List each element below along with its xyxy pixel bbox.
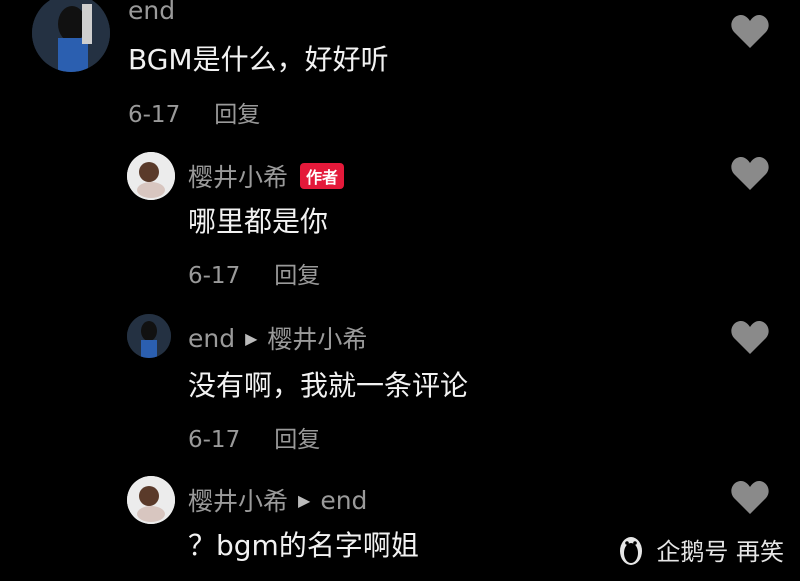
- play-arrow-icon: ▶: [245, 328, 258, 348]
- username[interactable]: end: [188, 324, 235, 353]
- comment-username[interactable]: 樱井小希 ▶ end: [188, 482, 367, 518]
- avatar[interactable]: [127, 314, 171, 358]
- comment-text: 没有啊，我就一条评论: [188, 369, 469, 402]
- comment-meta: 6-17 回复: [128, 95, 260, 129]
- comment-text: BGM是什么，好好听: [128, 43, 389, 76]
- comment-username[interactable]: 樱井小希 作者: [188, 158, 345, 194]
- comment-1: end BGM是什么，好好听 6-17 回复: [0, 0, 800, 140]
- watermark: 企鹅号 再笑: [616, 532, 784, 567]
- comment-2: 樱井小希 作者 哪里都是你 6-17 回复: [0, 150, 800, 300]
- reply-button[interactable]: 回复: [214, 102, 260, 128]
- comment-date: 6-17: [188, 427, 241, 453]
- heart-icon[interactable]: [730, 156, 770, 192]
- penguin-icon: [620, 536, 643, 565]
- avatar[interactable]: [32, 0, 110, 72]
- reply-button[interactable]: 回复: [274, 263, 320, 289]
- comment-3: end ▶ 樱井小希 没有啊，我就一条评论 6-17 回复: [0, 312, 800, 462]
- username[interactable]: end: [128, 0, 175, 25]
- comment-username[interactable]: end ▶ 樱井小希: [188, 320, 367, 356]
- reply-button[interactable]: 回复: [274, 427, 320, 453]
- comment-meta: 6-17 回复: [188, 420, 320, 454]
- comment-text: ？bgm的名字啊姐: [188, 529, 419, 562]
- avatar[interactable]: [127, 152, 175, 200]
- heart-icon[interactable]: [730, 320, 770, 356]
- comment-date: 6-17: [188, 263, 241, 289]
- avatar[interactable]: [127, 476, 175, 524]
- comment-date: 6-17: [128, 102, 181, 128]
- author-badge: 作者: [300, 163, 345, 189]
- reply-target-username[interactable]: end: [320, 486, 367, 515]
- comment-meta: 6-17 回复: [188, 256, 320, 290]
- watermark-text: 企鹅号 再笑: [656, 538, 784, 566]
- play-arrow-icon: ▶: [298, 490, 311, 510]
- reply-target-username[interactable]: 樱井小希: [267, 320, 367, 356]
- heart-icon[interactable]: [730, 14, 770, 50]
- username[interactable]: 樱井小希: [188, 482, 288, 518]
- comment-username[interactable]: end: [128, 0, 175, 25]
- comment-text: 哪里都是你: [188, 205, 329, 238]
- username[interactable]: 樱井小希: [188, 158, 288, 194]
- heart-icon[interactable]: [730, 480, 770, 516]
